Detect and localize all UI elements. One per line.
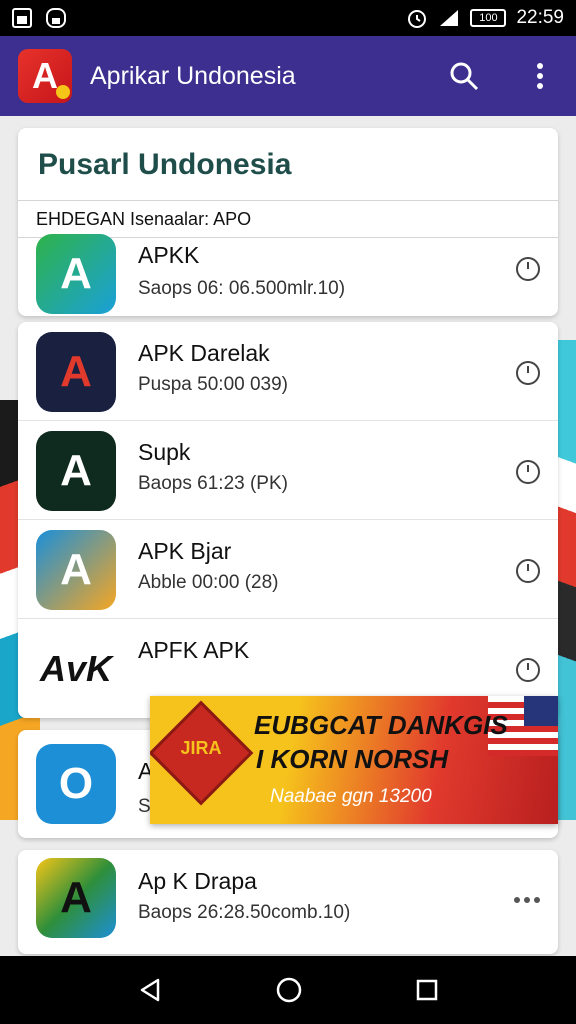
- app-logo: A: [18, 49, 72, 103]
- download-icon: [46, 8, 66, 28]
- app-icon-glyph: O: [58, 759, 94, 808]
- app-logo-letter: A: [32, 55, 58, 96]
- search-button[interactable]: [446, 58, 482, 94]
- app-icon-glyph: A: [60, 446, 92, 495]
- battery-icon: 100: [470, 9, 507, 27]
- status-bar: 100 22:59: [0, 0, 576, 36]
- search-icon: [450, 62, 479, 91]
- list-item[interactable]: A APK Bjar Abble 00:00 (28): [18, 520, 558, 619]
- app-meta: Baops 26:28.50comb.10): [138, 902, 351, 923]
- app-name: APKK: [138, 242, 200, 268]
- more-options-button[interactable]: [522, 58, 558, 94]
- app-name: APK Darelak: [138, 340, 270, 366]
- app-list-card: A APK Darelak Puspa 50:00 039) A Supk Ba…: [18, 322, 558, 718]
- recents-icon[interactable]: [414, 977, 440, 1003]
- list-item[interactable]: A APK Darelak Puspa 50:00 039): [18, 322, 558, 421]
- timer-icon[interactable]: [514, 655, 542, 683]
- app-icon-glyph: AvK: [39, 648, 113, 689]
- app-meta: Saops 06: 06.500mlr.10): [138, 278, 346, 299]
- app-name: Ap K Drapa: [138, 868, 257, 894]
- app-icon: A: [36, 858, 116, 938]
- list-item[interactable]: A Supk Baops 61:23 (PK): [18, 421, 558, 520]
- app-meta: Baops 61:23 (PK): [138, 473, 288, 494]
- app-icon: A: [36, 530, 116, 610]
- navigation-bar: [0, 956, 576, 1024]
- timer-icon[interactable]: [514, 457, 542, 485]
- back-icon[interactable]: [136, 976, 164, 1004]
- app-icon: AvK: [36, 629, 116, 709]
- more-vert-icon: [537, 63, 543, 89]
- app-icon: O: [36, 744, 116, 824]
- app-title: Aprikar Undonesia: [90, 61, 296, 90]
- app-icon-glyph: A: [60, 249, 92, 298]
- alarm-icon: [408, 10, 427, 28]
- timer-icon[interactable]: [514, 358, 542, 386]
- signal-icon: [440, 10, 459, 26]
- app-logo-dot: [56, 85, 70, 99]
- home-icon[interactable]: [275, 976, 303, 1004]
- app-name: APK Bjar: [138, 538, 232, 564]
- header-card: Pusarl Undonesia EHDEGAN Isenaalar: APO …: [18, 128, 558, 316]
- list-item[interactable]: A APKK Saops 06: 06.500mlr.10): [18, 228, 558, 316]
- status-time: 22:59: [516, 7, 564, 28]
- banner-badge-text: JIRA: [180, 738, 222, 758]
- app-icon: A: [36, 431, 116, 511]
- app-icon-glyph: A: [60, 347, 92, 396]
- app-bar: A Aprikar Undonesia: [0, 36, 576, 116]
- app-list-card: A Ap K Drapa Baops 26:28.50comb.10): [18, 850, 558, 954]
- app-icon: A: [36, 332, 116, 412]
- page-title: Pusarl Undonesia: [38, 148, 292, 181]
- ad-banner[interactable]: JIRA EUBGCAT DANKGIS I KORN NORSH Naabae…: [150, 696, 558, 824]
- app-icon-glyph: A: [60, 545, 92, 594]
- app-icon-glyph: A: [60, 873, 92, 922]
- gallery-icon: [12, 8, 32, 28]
- list-item[interactable]: A Ap K Drapa Baops 26:28.50comb.10): [18, 850, 558, 954]
- banner-headline-2: I KORN NORSH: [256, 744, 449, 774]
- app-icon: A: [36, 234, 116, 314]
- banner-caption: Naabae ggn 13200: [270, 786, 432, 807]
- more-horiz-icon[interactable]: [512, 886, 542, 914]
- app-name: APFK APK: [138, 637, 250, 663]
- banner-headline: EUBGCAT DANKGIS: [254, 710, 508, 740]
- timer-icon[interactable]: [514, 254, 542, 282]
- app-meta: Abble 00:00 (28): [138, 572, 279, 593]
- timer-icon[interactable]: [514, 556, 542, 584]
- app-meta: Puspa 50:00 039): [138, 374, 289, 395]
- app-name: Supk: [138, 439, 191, 465]
